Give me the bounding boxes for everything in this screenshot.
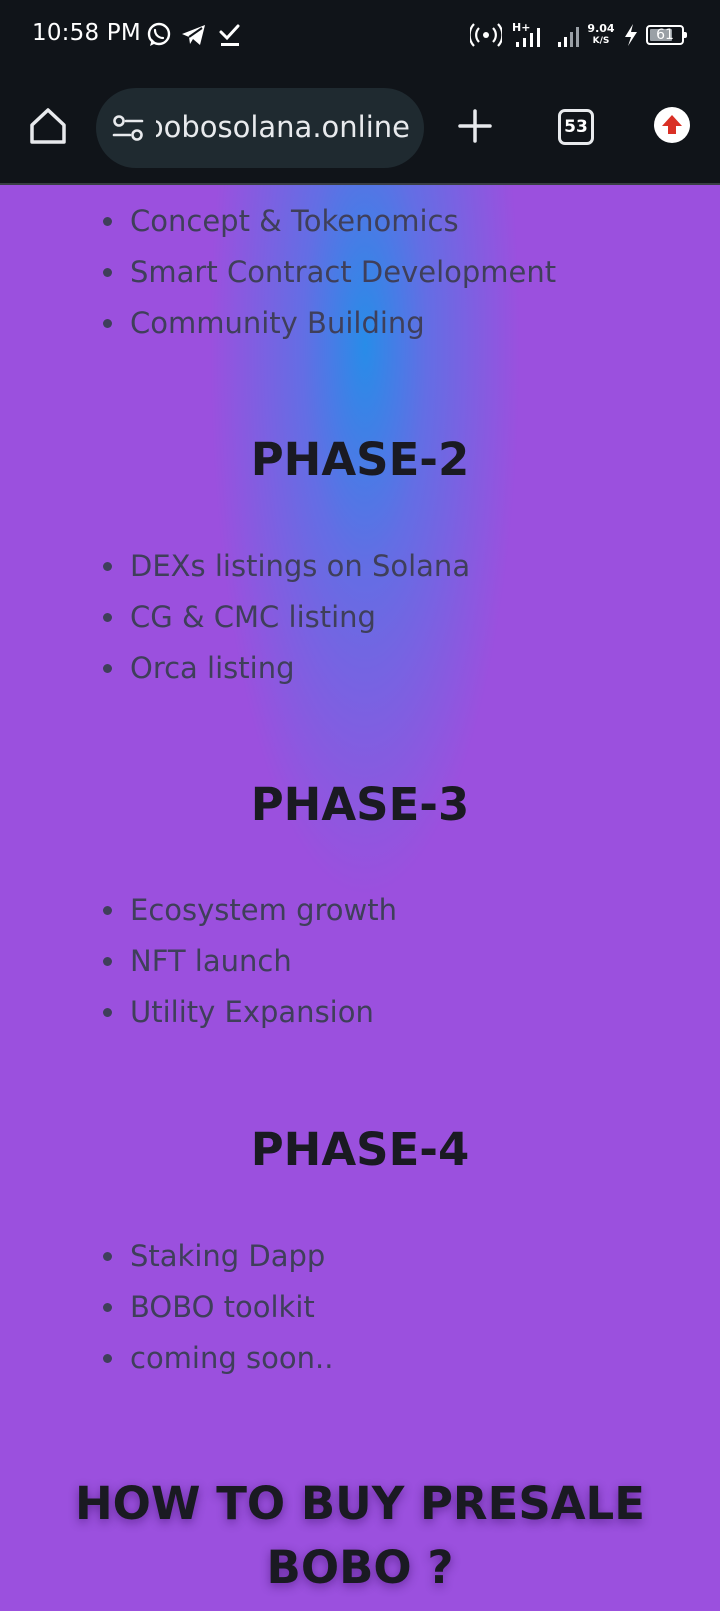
phase4-title: PHASE-4 [250,1123,470,1176]
signal-strength-2-icon [558,27,579,47]
page-content: Concept & Tokenomics Smart Contract Deve… [0,185,720,1611]
list-item: NFT launch [96,936,397,987]
phase2-list: DEXs listings on Solana CG & CMC listing… [96,541,470,694]
download-done-icon [219,24,240,46]
phase3-title: PHASE-3 [250,778,470,831]
charging-bolt-icon [625,24,637,46]
list-item: Smart Contract Development [96,247,556,298]
phase4-list: Staking Dapp BOBO toolkit coming soon.. [96,1231,333,1384]
status-bar: 10:58 PM H+ 9.04 K/S 61 [0,0,720,72]
phase3-list: Ecosystem growth NFT launch Utility Expa… [96,885,397,1038]
phase1-list: Concept & Tokenomics Smart Contract Deve… [96,196,556,349]
new-tab-icon[interactable] [457,108,493,144]
browser-toolbar: bobosolana.online 53 [0,72,720,185]
battery-indicator: 61 [646,25,687,45]
list-item: Staking Dapp [96,1231,333,1282]
phase2-title: PHASE-2 [250,433,470,486]
url-bar[interactable]: bobosolana.online [96,88,424,168]
update-button[interactable] [654,107,690,143]
how-to-buy-title: HOW TO BUY PRESALE BOBO ? [75,1477,645,1594]
telegram-icon [182,25,205,45]
site-settings-icon[interactable] [112,114,144,142]
list-item: Ecosystem growth [96,885,397,936]
list-item: Utility Expansion [96,987,397,1038]
list-item: Orca listing [96,643,470,694]
network-speed: 9.04 K/S [587,22,615,47]
battery-level: 61 [656,27,674,43]
list-item: BOBO toolkit [96,1282,333,1333]
tab-switcher-button[interactable]: 53 [558,109,594,145]
list-item: coming soon.. [96,1333,333,1384]
status-time: 10:58 PM [32,20,141,46]
list-item: CG & CMC listing [96,592,470,643]
signal-strength-icon [516,28,540,47]
hotspot-icon [470,23,502,47]
home-icon[interactable] [27,105,69,147]
url-text[interactable]: bobosolana.online [156,110,410,146]
whatsapp-icon [147,22,171,46]
arrow-up-icon [662,115,682,134]
list-item: Concept & Tokenomics [96,196,556,247]
list-item: DEXs listings on Solana [96,541,470,592]
list-item: Community Building [96,298,556,349]
